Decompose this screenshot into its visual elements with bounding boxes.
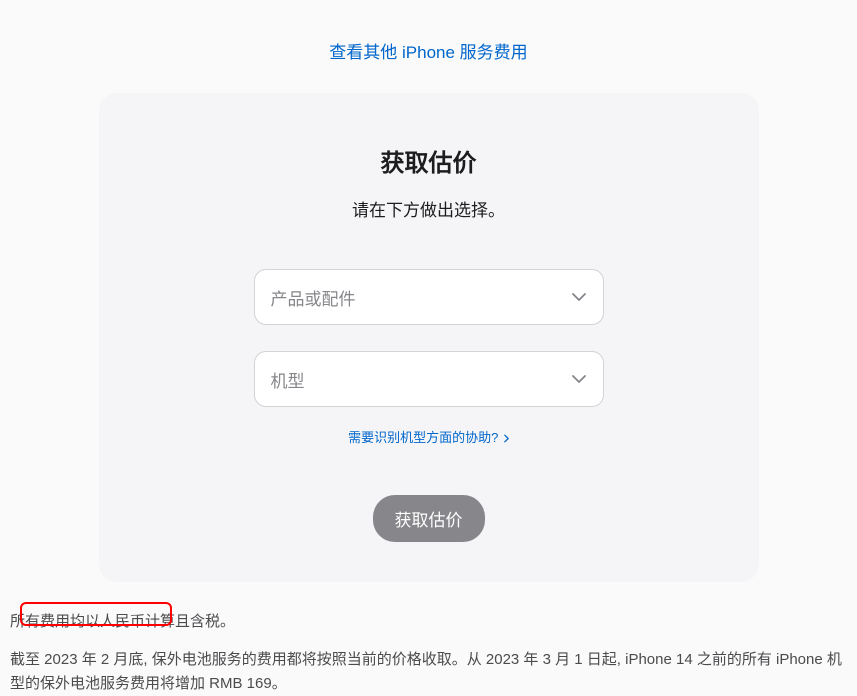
- product-select-wrapper: 产品或配件: [254, 269, 604, 325]
- get-estimate-button[interactable]: 获取估价: [373, 495, 485, 542]
- model-select[interactable]: 机型: [254, 351, 604, 407]
- footer-line-2: 截至 2023 年 2 月底, 保外电池服务的费用都将按照当前的价格收取。从 2…: [10, 648, 847, 696]
- product-select-placeholder: 产品或配件: [271, 285, 356, 310]
- card-subtitle: 请在下方做出选择。: [139, 196, 719, 221]
- footer-line-1: 所有费用均以人民币计算且含税。: [10, 610, 847, 634]
- card-title: 获取估价: [139, 143, 719, 178]
- model-select-placeholder: 机型: [271, 367, 305, 392]
- product-select[interactable]: 产品或配件: [254, 269, 604, 325]
- help-link-text: 需要识别机型方面的协助?: [348, 430, 498, 445]
- chevron-right-icon: [504, 431, 509, 446]
- estimate-card: 获取估价 请在下方做出选择。 产品或配件 机型 需要识别机型方面的协助? 获取估…: [99, 93, 759, 582]
- top-link-container: 查看其他 iPhone 服务费用: [0, 0, 857, 93]
- identify-model-help-link[interactable]: 需要识别机型方面的协助?: [348, 430, 509, 445]
- model-select-wrapper: 机型: [254, 351, 604, 407]
- footer-text: 所有费用均以人民币计算且含税。 截至 2023 年 2 月底, 保外电池服务的费…: [0, 582, 857, 696]
- help-link-container: 需要识别机型方面的协助?: [139, 427, 719, 447]
- other-services-link[interactable]: 查看其他 iPhone 服务费用: [329, 43, 527, 62]
